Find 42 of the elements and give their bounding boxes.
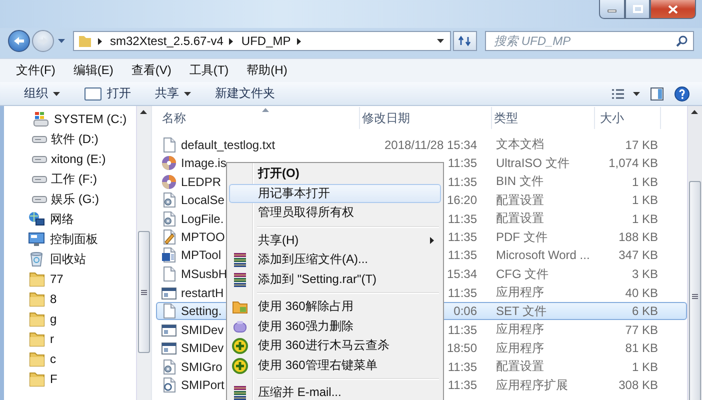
table-cell-text: Microsoft Word ... <box>495 248 591 262</box>
table-cell: 11:35 <box>448 378 477 392</box>
table-cell-text: 应用程序 <box>495 321 545 338</box>
table-cell-text: 1 KB <box>630 212 659 226</box>
table-cell-text: 文本文档 <box>495 136 545 153</box>
table-cell: 11:35 <box>448 286 477 300</box>
table-cell-text: CFG 文件 <box>495 266 550 282</box>
table-cell: 15:34 <box>446 267 477 281</box>
table-cell-text: 6 KB <box>630 304 659 318</box>
table-cell-text: 81 KB <box>624 341 659 355</box>
table-cell-text: 40 KB <box>624 286 659 300</box>
table-cell-text: 1 KB <box>630 360 659 374</box>
table-cell-text: UltraISO 文件 <box>495 154 570 172</box>
table-cell: 18:50 <box>446 341 477 355</box>
table-cell-text: 1 KB <box>630 193 659 207</box>
table-cell-text: PDF 文件 <box>495 228 548 246</box>
table-cell-text: 77 KB <box>624 322 659 336</box>
table-cell-text: 188 KB <box>618 230 659 244</box>
table-cell-text: 3 KB <box>630 267 659 281</box>
table-cell: 2018/11/28 15:34 <box>384 138 477 152</box>
table-cell-text: 17 KB <box>624 138 659 152</box>
table-cell-text: 配置设置 <box>495 192 545 208</box>
table-cell: 11:35 <box>448 212 477 226</box>
table-cell-text: 配置设置 <box>495 210 545 227</box>
table-cell-text: 308 KB <box>618 378 659 392</box>
table-cell: 11:35 <box>448 248 477 262</box>
table-cell: 11:35 <box>448 230 477 244</box>
table-cell: 11:35 <box>448 174 477 188</box>
table-cell: 11:35 <box>448 156 477 170</box>
table-cell-text: 配置设置 <box>495 358 545 375</box>
table-cell: 11:35 <box>448 360 477 374</box>
table-cell-text: 347 KB <box>618 248 659 262</box>
table-cell-text: 1 KB <box>630 174 659 188</box>
table-cell: 16:20 <box>446 193 477 207</box>
table-cell-text: BIN 文件 <box>495 173 544 190</box>
table-cell: 0:06 <box>454 304 477 318</box>
table-cell-text: 1,074 KB <box>608 156 659 170</box>
table-cell-text: 应用程序扩展 <box>495 376 569 394</box>
table-cell-text: SET 文件 <box>495 302 548 320</box>
table-cell: 11:35 <box>448 322 477 336</box>
table-cell-text: 应用程序 <box>495 340 545 356</box>
table-cell-text: 应用程序 <box>495 284 545 301</box>
